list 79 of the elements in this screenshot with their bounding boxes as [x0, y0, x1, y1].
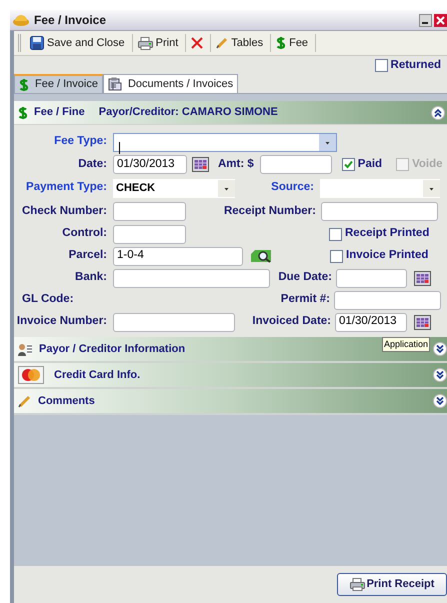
expand-icon[interactable] [433, 368, 447, 382]
expand-icon[interactable] [433, 394, 447, 408]
caret-icon [218, 180, 235, 196]
checkbox[interactable] [342, 158, 355, 171]
section-header[interactable]: Credit Card Info. [14, 363, 447, 389]
dropdown[interactable] [113, 132, 337, 152]
collapse-icon[interactable] [431, 106, 445, 120]
input-field[interactable] [113, 312, 235, 332]
checkbox-label: Paid [358, 156, 382, 172]
print-receipt-button[interactable]: Print Receipt [337, 573, 447, 596]
checkbox-label: Invoice Printed [346, 248, 428, 264]
input-field[interactable] [113, 224, 186, 244]
field-label: Permit #: [280, 292, 330, 308]
field-label: Bank: [74, 270, 107, 286]
input-field[interactable]: 1-0-4 [113, 246, 243, 266]
clipboard-icon [108, 77, 122, 91]
field-label: Check Number: [21, 204, 107, 219]
caret-icon [423, 180, 440, 196]
pencil-icon [216, 37, 228, 49]
input-field[interactable] [336, 268, 407, 288]
input-field[interactable] [321, 202, 438, 221]
calendar-button[interactable] [414, 314, 431, 330]
checkbox-label: Voide [412, 156, 443, 172]
dollar-icon [19, 78, 29, 92]
field-label: GL Code: [21, 292, 74, 308]
field-label: Payment Type: [25, 180, 107, 196]
field-label: Due Date: [277, 270, 332, 286]
hard-hat-icon [12, 14, 30, 26]
toolbar-button[interactable]: Fee [271, 33, 314, 53]
contact-icon [18, 342, 32, 356]
toolbar-button[interactable]: Save and Close [25, 33, 130, 53]
tab[interactable]: Documents / Invoices [102, 74, 238, 93]
section-title: Payor / Creditor Information [39, 342, 186, 357]
input-field[interactable] [113, 202, 186, 221]
calendar-button[interactable] [192, 157, 209, 172]
section-header[interactable]: Comments [14, 389, 447, 415]
toolbar-button[interactable]: Print [132, 33, 184, 53]
map-search-button[interactable] [250, 249, 272, 263]
field-label: Control: [61, 226, 107, 242]
credit-card-icon [18, 366, 44, 384]
field-label: Parcel: [68, 248, 107, 264]
checkbox-label: Receipt Printed [345, 226, 430, 242]
section-title: Comments [38, 394, 95, 409]
field-label: Receipt Number: [222, 204, 316, 219]
printer-icon [138, 36, 153, 50]
dropdown[interactable]: CHECK [113, 178, 235, 198]
input-field[interactable] [260, 155, 332, 174]
calendar-button[interactable] [414, 270, 431, 286]
dollar-icon [18, 106, 28, 120]
close-icon [191, 37, 204, 49]
checkbox-label: Returned [390, 58, 441, 73]
input-field[interactable] [113, 268, 270, 288]
checkbox[interactable] [374, 59, 388, 72]
field-label: Fee Type: [53, 134, 107, 150]
input-field[interactable] [334, 290, 441, 310]
caret-icon [319, 134, 336, 150]
pencil-icon [18, 394, 31, 408]
checkbox[interactable] [329, 228, 342, 240]
field-label: Date: [77, 156, 107, 172]
field-label: Invoiced Date: [251, 314, 331, 330]
close-button[interactable] [434, 14, 447, 26]
field-label: Invoice Number: [16, 314, 107, 330]
tab[interactable]: Fee / Invoice [14, 74, 103, 93]
tooltip: Application [382, 337, 430, 352]
toolbar-button[interactable]: Tables [211, 33, 268, 53]
section-title: Fee / Fine [34, 105, 85, 120]
section-title: Credit Card Info. [54, 368, 140, 383]
payor-name: Payor/Creditor: CAMARO SIMONE [98, 105, 279, 120]
printer-icon [350, 578, 365, 591]
checkbox[interactable] [330, 250, 343, 262]
input-field[interactable]: 01/30/2013 [113, 155, 187, 174]
dollar-icon [276, 36, 286, 50]
input-field[interactable]: 01/30/2013 [335, 312, 407, 332]
expand-icon[interactable] [433, 342, 447, 356]
field-label: Source: [270, 180, 314, 196]
field-label: Amt: $ [218, 156, 254, 172]
minimize-button[interactable] [419, 14, 432, 26]
section-header[interactable]: Fee / Fine Payor/Creditor: CAMARO SIMONE [14, 101, 447, 125]
window-title: Fee / Invoice [34, 12, 108, 29]
